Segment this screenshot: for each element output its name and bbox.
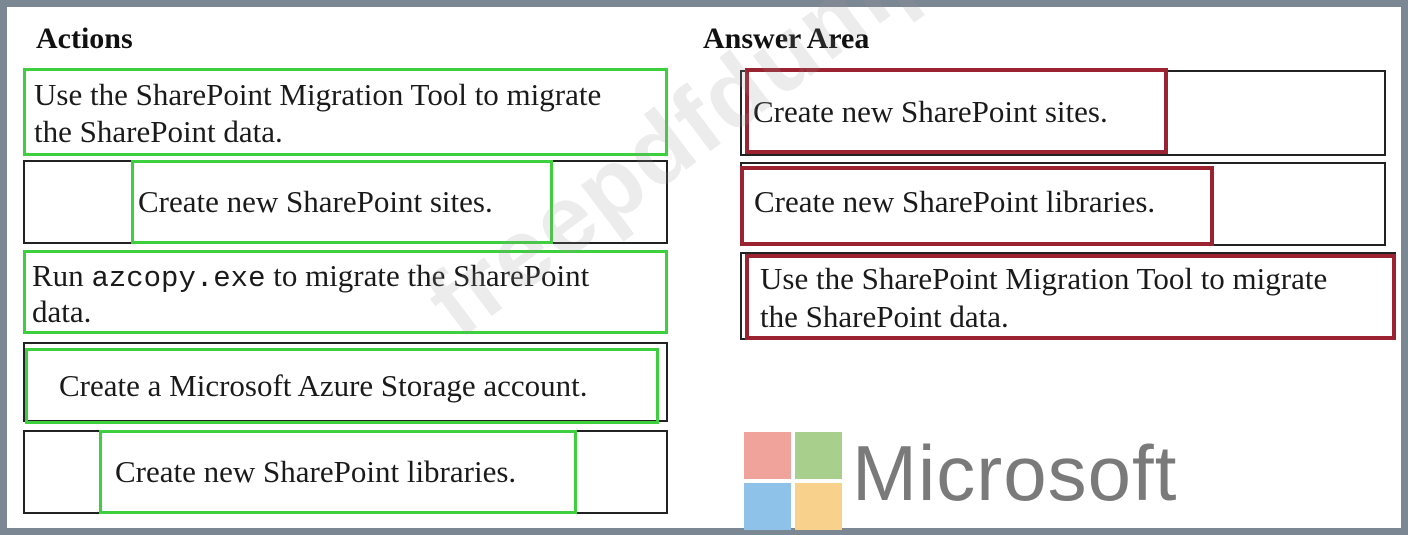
answer-item-line1: Create new SharePoint libraries. bbox=[754, 184, 1156, 219]
answer-item-migration-tool[interactable]: Use the SharePoint Migration Tool to mig… bbox=[740, 252, 1396, 340]
answer-item-create-libraries[interactable]: Create new SharePoint libraries. bbox=[740, 162, 1386, 246]
microsoft-logo-icon bbox=[744, 432, 844, 532]
action-item-line1: Create new SharePoint libraries. bbox=[115, 454, 517, 489]
action-item-line1: Create a Microsoft Azure Storage account… bbox=[59, 368, 588, 403]
action-item-line2: the SharePoint data. bbox=[34, 114, 283, 149]
answer-item-line1: Create new SharePoint sites. bbox=[753, 94, 1108, 129]
action-item-prefix: Run bbox=[32, 258, 92, 293]
answer-item-line2: the SharePoint data. bbox=[760, 299, 1009, 334]
action-item-create-sites[interactable]: Create new SharePoint sites. bbox=[23, 160, 668, 244]
logo-square-green bbox=[795, 432, 842, 479]
logo-square-blue bbox=[744, 483, 791, 530]
action-item-storage-account[interactable]: Create a Microsoft Azure Storage account… bbox=[23, 342, 668, 424]
action-item-migration-tool[interactable]: Use the SharePoint Migration Tool to mig… bbox=[23, 68, 668, 156]
action-item-suffix: to migrate the SharePoint bbox=[265, 258, 590, 293]
action-item-code: azcopy.exe bbox=[91, 262, 266, 295]
action-item-line2: data. bbox=[32, 294, 92, 329]
action-item-azcopy[interactable]: Run azcopy.exe to migrate the SharePoint… bbox=[23, 250, 668, 334]
logo-square-red bbox=[744, 432, 791, 479]
answer-area-heading: Answer Area bbox=[703, 22, 870, 55]
action-item-line1: Use the SharePoint Migration Tool to mig… bbox=[34, 77, 602, 112]
actions-heading: Actions bbox=[36, 22, 133, 55]
logo-square-yellow bbox=[795, 483, 842, 530]
microsoft-wordmark: Microsoft bbox=[852, 429, 1178, 517]
answer-item-line1: Use the SharePoint Migration Tool to mig… bbox=[760, 261, 1328, 296]
action-item-line1: Run azcopy.exe to migrate the SharePoint bbox=[32, 258, 589, 297]
action-item-line1: Create new SharePoint sites. bbox=[138, 184, 493, 219]
answer-item-create-sites[interactable]: Create new SharePoint sites. bbox=[740, 68, 1386, 156]
action-item-create-libraries[interactable]: Create new SharePoint libraries. bbox=[23, 430, 668, 514]
